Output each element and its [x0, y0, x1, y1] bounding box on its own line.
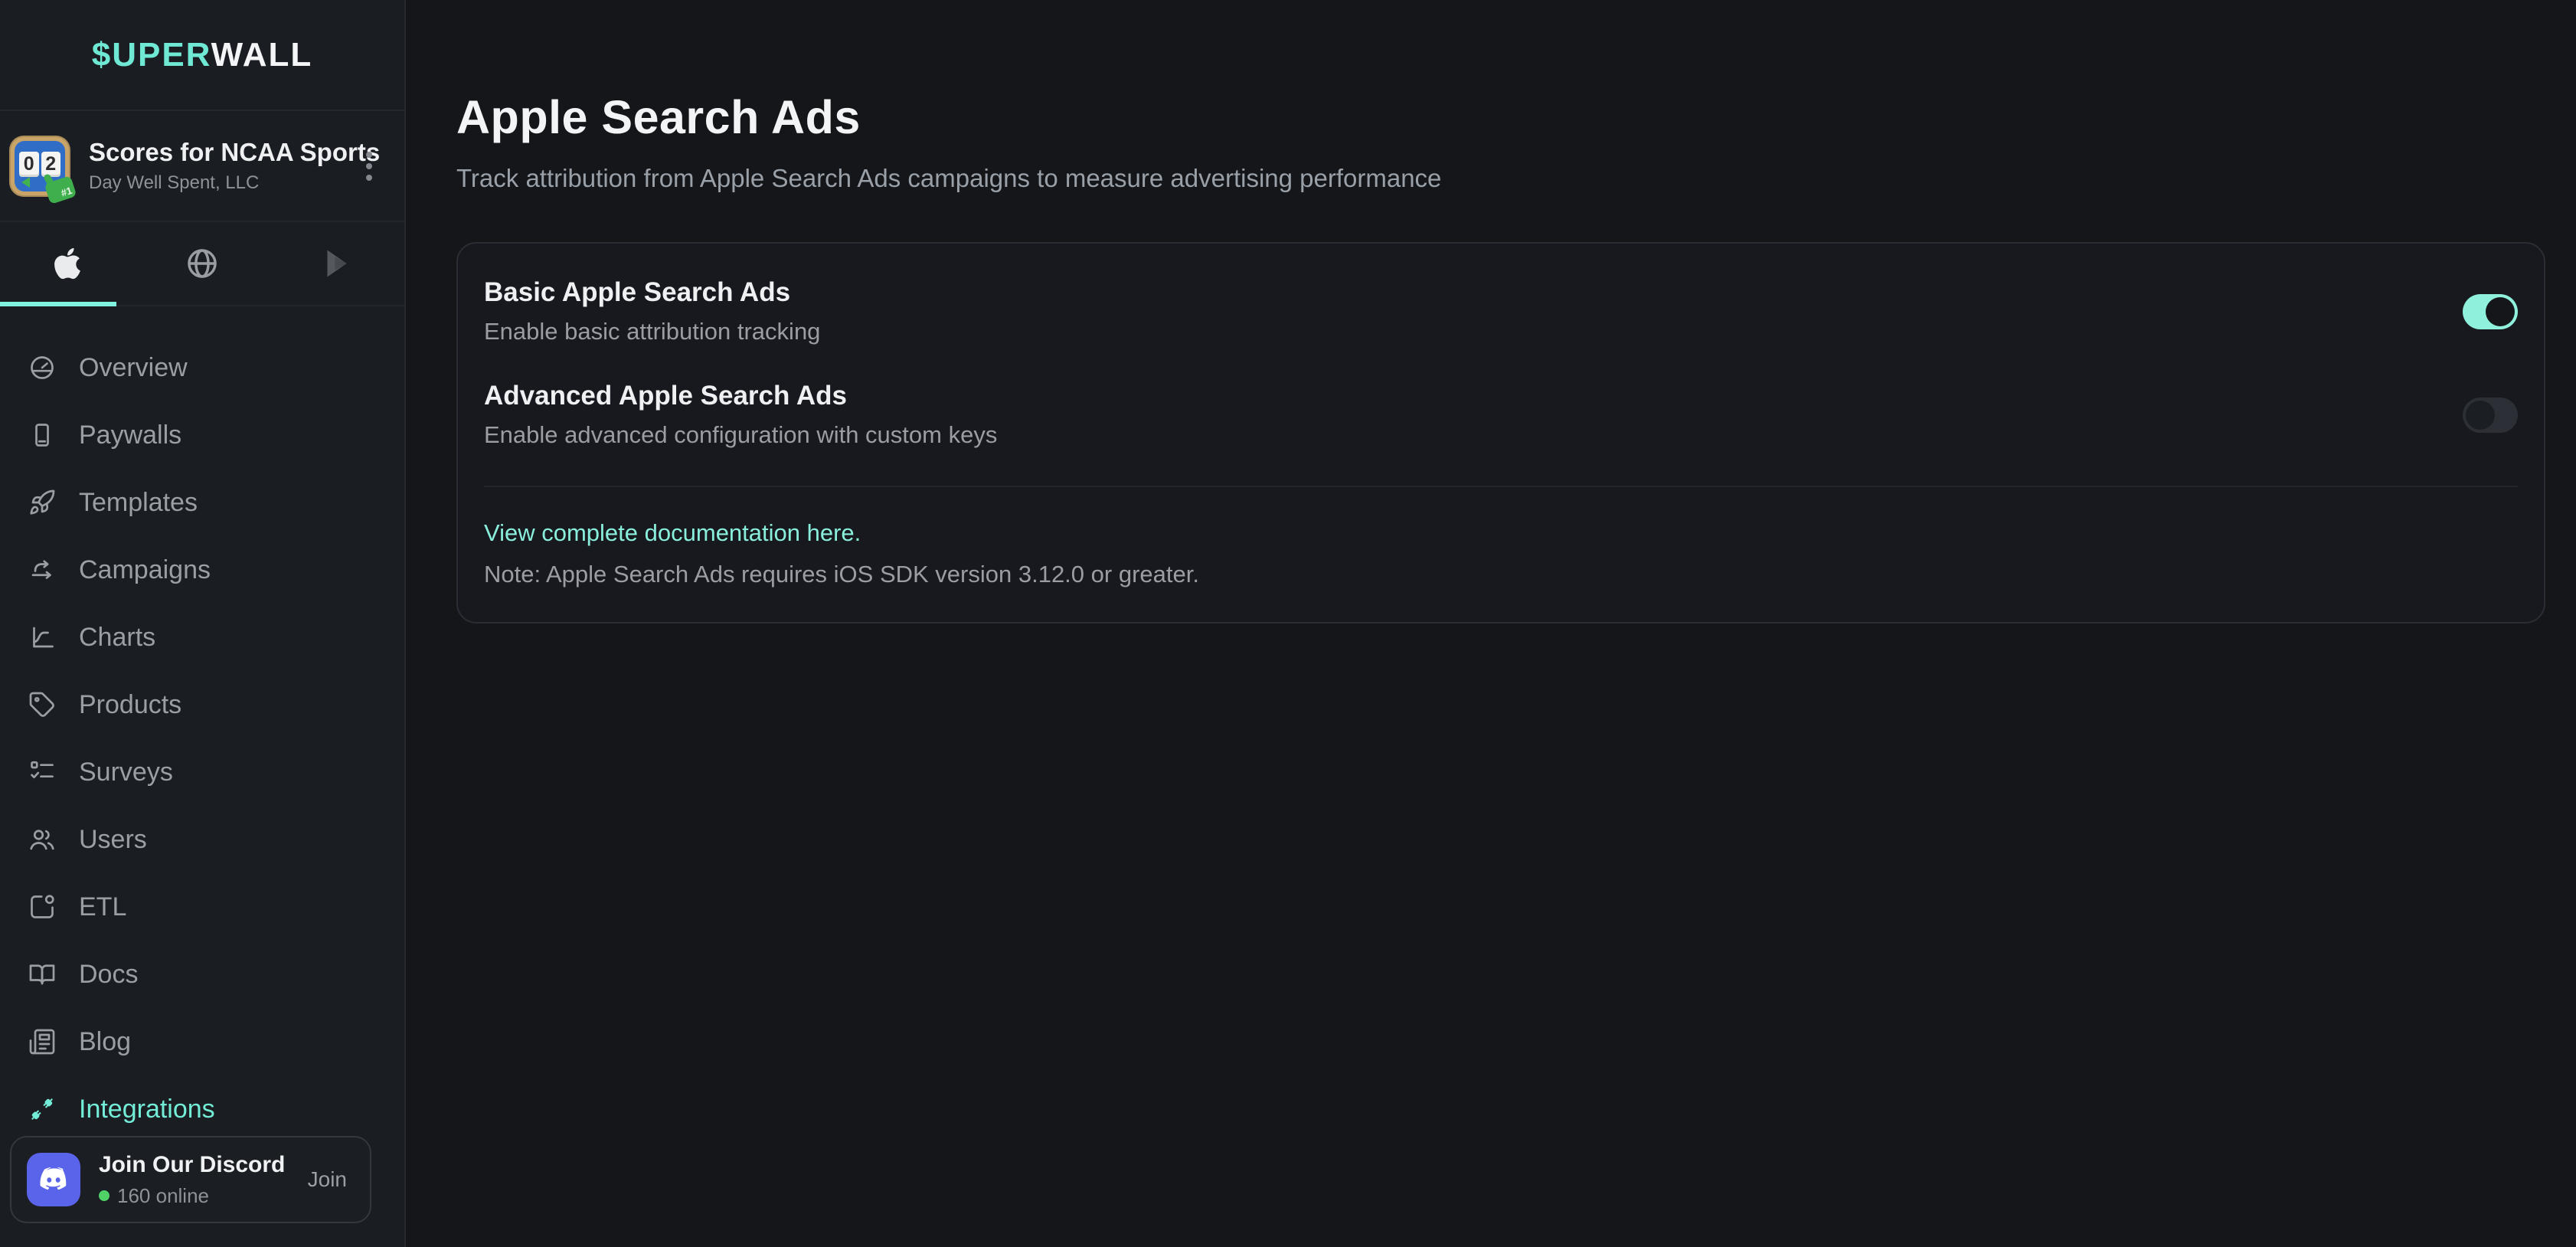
charts-icon — [28, 624, 56, 651]
discord-title: Join Our Discord — [99, 1152, 289, 1178]
apple-search-ads-card: Basic Apple Search Ads Enable basic attr… — [456, 242, 2545, 624]
sidebar-item-integrations[interactable]: Integrations — [0, 1075, 404, 1143]
basic-asa-toggle[interactable] — [2463, 294, 2518, 329]
toggle-knob — [2486, 297, 2515, 326]
toggle-knob — [2466, 401, 2495, 430]
app-icon: 0 2 #1 — [9, 136, 70, 197]
sidebar-item-products[interactable]: Products — [0, 671, 404, 738]
app-icon-digit-right: 2 — [41, 152, 61, 177]
setting-desc-advanced: Enable advanced configuration with custo… — [484, 421, 997, 449]
discord-icon — [27, 1153, 80, 1206]
logo-bar: $UPERWALL — [0, 0, 404, 111]
discord-join-button[interactable]: Join — [308, 1167, 347, 1192]
app-icon-hand-badge: #1 — [44, 175, 77, 205]
card-divider — [484, 486, 2518, 487]
setting-desc-basic: Enable basic attribution tracking — [484, 318, 820, 345]
advanced-asa-toggle[interactable] — [2463, 398, 2518, 433]
sidebar: $UPERWALL 0 2 #1 Scores for NCAA Sports … — [0, 0, 406, 1247]
sidebar-item-docs[interactable]: Docs — [0, 941, 404, 1008]
active-tab-underline — [0, 302, 116, 306]
sidebar-item-overview[interactable]: Overview — [0, 334, 404, 401]
logo-accent-text: $UPER — [92, 36, 211, 74]
sidebar-item-label: Blog — [79, 1027, 131, 1057]
sidebar-item-surveys[interactable]: Surveys — [0, 738, 404, 806]
products-icon — [28, 691, 56, 718]
discord-card[interactable]: Join Our Discord 160 online Join — [10, 1136, 371, 1223]
sidebar-item-label: Integrations — [79, 1095, 215, 1124]
sidebar-item-label: Templates — [79, 488, 198, 518]
app-icon-triangle — [21, 177, 30, 188]
page-subtitle: Track attribution from Apple Search Ads … — [456, 164, 2576, 193]
platform-tabs — [0, 222, 404, 306]
app-icon-digit-left: 0 — [19, 152, 39, 177]
sidebar-item-label: ETL — [79, 892, 126, 922]
online-count: 160 online — [117, 1184, 209, 1208]
sidebar-item-charts[interactable]: Charts — [0, 604, 404, 671]
discord-status: 160 online — [99, 1184, 289, 1208]
integrations-icon — [28, 1095, 56, 1123]
app-menu-button[interactable] — [354, 136, 384, 197]
app-company: Day Well Spent, LLC — [89, 172, 335, 194]
sidebar-item-users[interactable]: Users — [0, 806, 404, 873]
globe-icon — [185, 247, 219, 280]
sidebar-item-blog[interactable]: Blog — [0, 1008, 404, 1075]
etl-icon — [28, 893, 56, 921]
sidebar-item-label: Campaigns — [79, 555, 211, 585]
templates-icon — [28, 489, 56, 516]
setting-row-basic: Basic Apple Search Ads Enable basic attr… — [484, 277, 2518, 345]
sidebar-item-templates[interactable]: Templates — [0, 469, 404, 536]
sidebar-item-label: Docs — [79, 960, 138, 990]
tab-play-store[interactable] — [270, 222, 404, 305]
sidebar-item-label: Overview — [79, 353, 188, 383]
docs-icon — [28, 961, 56, 988]
sidebar-item-label: Charts — [79, 623, 155, 653]
sidebar-nav: Overview Paywalls Templates Campaigns Ch… — [0, 334, 404, 1247]
tab-apple[interactable] — [0, 222, 135, 305]
logo-rest-text: WALL — [211, 36, 313, 74]
superwall-logo[interactable]: $UPERWALL — [92, 36, 313, 74]
sidebar-item-label: Products — [79, 690, 181, 720]
play-store-icon — [322, 247, 352, 280]
blog-icon — [28, 1028, 56, 1056]
page-title: Apple Search Ads — [456, 90, 2576, 144]
sdk-version-note: Note: Apple Search Ads requires iOS SDK … — [484, 561, 2518, 588]
sidebar-item-campaigns[interactable]: Campaigns — [0, 536, 404, 604]
sidebar-item-label: Paywalls — [79, 421, 181, 450]
apple-icon — [52, 246, 83, 281]
online-dot — [99, 1190, 110, 1201]
setting-title-basic: Basic Apple Search Ads — [484, 277, 820, 308]
sidebar-item-paywalls[interactable]: Paywalls — [0, 401, 404, 469]
documentation-link[interactable]: View complete documentation here. — [484, 519, 861, 547]
sidebar-item-label: Users — [79, 825, 147, 855]
main-content: Apple Search Ads Track attribution from … — [407, 0, 2576, 1247]
setting-row-advanced: Advanced Apple Search Ads Enable advance… — [484, 381, 2518, 449]
app-selector[interactable]: 0 2 #1 Scores for NCAA Sports Day Well S… — [0, 111, 404, 222]
app-name: Scores for NCAA Sports — [89, 138, 335, 167]
sidebar-item-label: Surveys — [79, 758, 173, 787]
sidebar-item-etl[interactable]: ETL — [0, 873, 404, 941]
tab-web[interactable] — [135, 222, 270, 305]
paywalls-icon — [28, 421, 56, 449]
overview-icon — [28, 354, 56, 381]
campaigns-icon — [28, 556, 56, 584]
surveys-icon — [28, 758, 56, 786]
setting-title-advanced: Advanced Apple Search Ads — [484, 381, 997, 411]
users-icon — [28, 826, 56, 853]
